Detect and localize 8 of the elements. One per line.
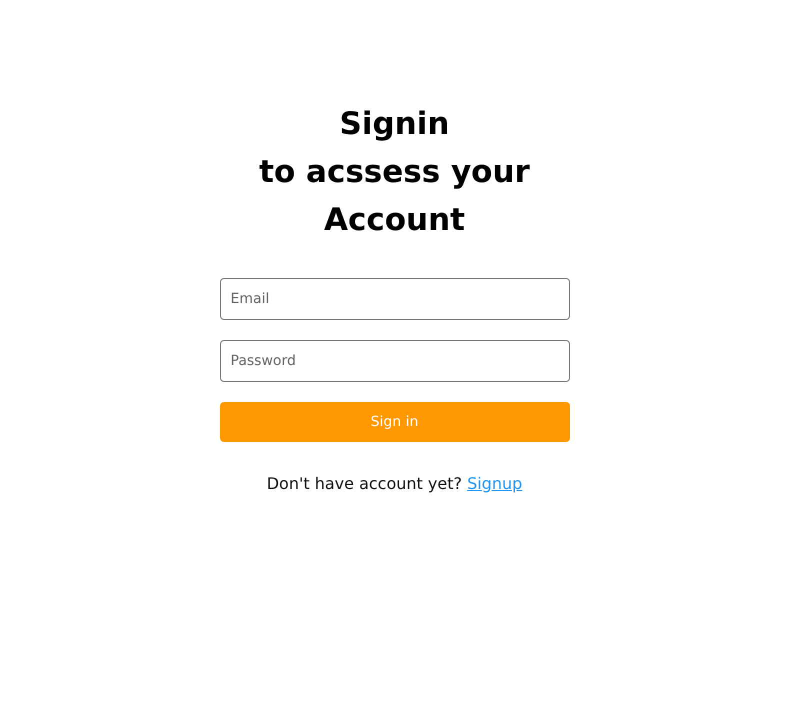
input-field[interactable]: Password (220, 340, 570, 382)
page-title: Signin (340, 105, 450, 144)
signup-prompt: Don't have account yet? (266, 474, 462, 493)
page-title: Account (324, 201, 465, 240)
input-field[interactable]: Email (220, 278, 570, 320)
page-title: to acssess your (259, 153, 530, 192)
signup-link[interactable]: Signup (467, 474, 522, 493)
signin-button[interactable]: Sign in (220, 402, 570, 442)
